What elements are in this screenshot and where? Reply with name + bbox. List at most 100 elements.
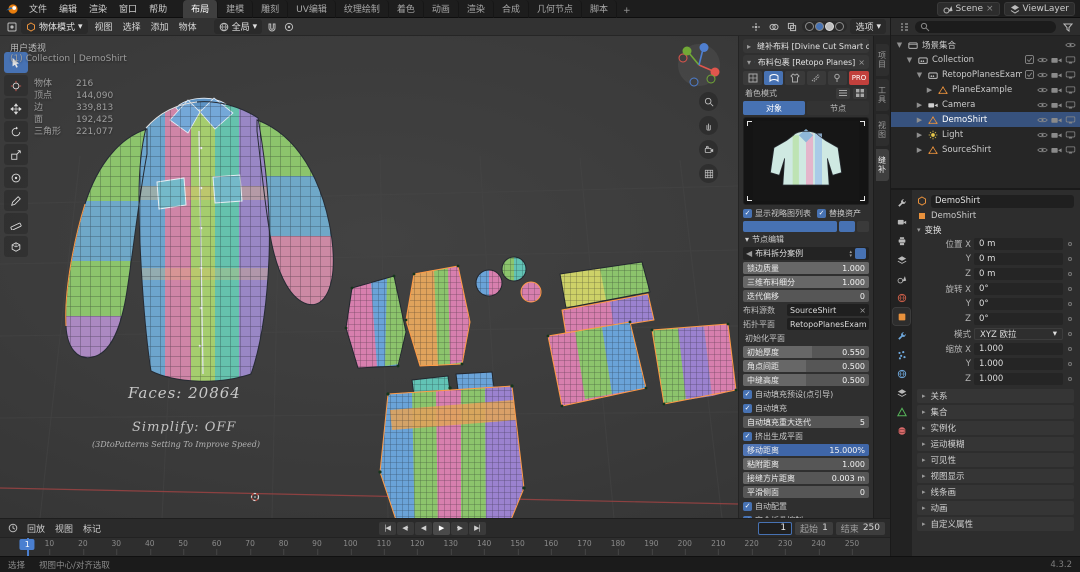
frame-end-field[interactable]: 结束 250: [836, 522, 885, 535]
navigation-gizmo[interactable]: [676, 42, 722, 91]
shading-solid-icon[interactable]: [815, 22, 824, 31]
hide-render-icon[interactable]: [1051, 56, 1062, 64]
rotate-tool[interactable]: [4, 121, 28, 142]
ortho-grid-icon[interactable]: [699, 164, 718, 183]
hide-viewport-icon[interactable]: [1037, 131, 1048, 139]
hide-render-icon[interactable]: [1051, 86, 1062, 94]
hide-render-icon[interactable]: [1051, 101, 1062, 109]
stick-distance-slider[interactable]: 粘附距离1.000: [743, 458, 869, 470]
outliner-row-demoshirt[interactable]: ▶DemoShirt: [891, 112, 1080, 127]
camera-view-icon[interactable]: [699, 140, 718, 159]
workspace-tab[interactable]: 纹理绘制: [336, 0, 389, 18]
physics-tab[interactable]: [893, 365, 910, 382]
animate-dot-icon[interactable]: [1066, 302, 1074, 306]
playhead-frame-badge[interactable]: 1: [20, 539, 35, 550]
full-fold-checkbox[interactable]: ✓完全折叠控制: [743, 514, 869, 518]
render-tab[interactable]: [893, 213, 910, 230]
expand-icon[interactable]: ▼: [895, 41, 904, 49]
orientation-select[interactable]: 全局 ▾: [214, 19, 263, 34]
editor-type-icon[interactable]: [4, 20, 19, 33]
scale-x-field[interactable]: 1.000: [974, 343, 1063, 355]
cloth-subdiv-slider[interactable]: 三维布料细分1.000: [743, 276, 869, 288]
hide-display-icon[interactable]: [1065, 86, 1076, 94]
hide-viewport-icon[interactable]: [1037, 116, 1048, 124]
scene-tab[interactable]: [893, 270, 910, 287]
rotation-y-field[interactable]: 0°: [974, 298, 1063, 310]
viewport-menu-物体[interactable]: 物体: [174, 22, 202, 34]
world-tab[interactable]: [893, 289, 910, 306]
play-button[interactable]: ▶: [433, 522, 450, 535]
corner-spacing-slider[interactable]: 角点间距0.500: [743, 360, 869, 372]
hide-viewport-icon[interactable]: [1037, 86, 1048, 94]
scene-selector[interactable]: Scene ×: [937, 2, 1000, 16]
motion-blur-section[interactable]: ▸运动模糊: [917, 437, 1074, 451]
animate-dot-icon[interactable]: [1066, 287, 1074, 291]
menu-帮助[interactable]: 帮助: [143, 4, 173, 16]
animate-dot-icon[interactable]: [1066, 257, 1074, 261]
menu-文件[interactable]: 文件: [23, 4, 53, 16]
sidebar-tab-缝补[interactable]: 缝补: [876, 149, 889, 181]
hide-display-icon[interactable]: [1065, 146, 1076, 154]
scale-tool[interactable]: [4, 144, 28, 165]
hide-render-icon[interactable]: [1051, 146, 1062, 154]
hide-display-icon[interactable]: [1065, 116, 1076, 124]
hide-render-icon[interactable]: [1051, 116, 1062, 124]
rotation-x-field[interactable]: 0°: [974, 283, 1063, 295]
object-name-field[interactable]: DemoShirt: [931, 195, 1074, 208]
autofill-iterations-field[interactable]: 自动填充重大迭代5: [743, 416, 869, 428]
prev-preset-icon[interactable]: ◀: [746, 249, 752, 258]
sidebar-tab-项目[interactable]: 项目: [876, 44, 889, 76]
transform-tool[interactable]: [4, 167, 28, 188]
animate-dot-icon[interactable]: [1066, 332, 1074, 336]
annotate-tool[interactable]: [4, 190, 28, 211]
smart-cloth-section-header[interactable]: ▸ 缝补布料 [Divine Cut Smart clot..]: [743, 39, 869, 53]
clear-icon[interactable]: ×: [859, 306, 866, 315]
timeline-menu-标记[interactable]: 标记: [78, 524, 106, 536]
timeline-ruler[interactable]: 1 10203040506070809010011012013014015016…: [0, 538, 890, 556]
workspace-tab[interactable]: 雕刻: [253, 0, 288, 18]
gizmos-toggle-icon[interactable]: [748, 20, 763, 33]
viewlayer-selector[interactable]: ViewLayer: [1004, 2, 1075, 16]
pin-tab-icon[interactable]: [828, 71, 847, 85]
proportional-edit-icon[interactable]: [281, 20, 296, 33]
play-reverse-button[interactable]: ◀: [415, 522, 432, 535]
expand-icon[interactable]: ▶: [915, 131, 924, 139]
xray-toggle-icon[interactable]: [784, 20, 799, 33]
next-keyframe-button[interactable]: ·▶: [451, 522, 468, 535]
viewport-menu-选择[interactable]: 选择: [118, 22, 146, 34]
add-cube-tool[interactable]: [4, 236, 28, 257]
outliner-row-planeexample[interactable]: ▶PlaneExample: [891, 82, 1080, 97]
shading-rendered-icon[interactable]: [835, 22, 844, 31]
jump-to-start-button[interactable]: |◀: [379, 522, 396, 535]
location-x-field[interactable]: 0 m: [974, 238, 1063, 250]
apply-button[interactable]: [743, 221, 837, 232]
mode-tab-节点[interactable]: 节点: [807, 101, 869, 115]
hide-display-icon[interactable]: [1065, 101, 1076, 109]
scene-clear-icon[interactable]: ×: [986, 4, 994, 14]
constraints-tab[interactable]: [893, 384, 910, 401]
snap-magnet-icon[interactable]: [264, 20, 279, 33]
edge-quality-slider[interactable]: 锁边质量1.000: [743, 262, 869, 274]
expand-icon[interactable]: ▼: [915, 71, 924, 79]
hide-viewport-icon[interactable]: [1037, 71, 1048, 79]
mode-select[interactable]: 物体模式 ▾: [21, 19, 88, 34]
layout-tab-icon[interactable]: [743, 71, 762, 85]
shading-wireframe-icon[interactable]: [805, 22, 814, 31]
shirt-tab-icon[interactable]: [785, 71, 804, 85]
workspace-tab[interactable]: 着色: [389, 0, 424, 18]
viewport-menu-视图[interactable]: 视图: [90, 22, 118, 34]
apply-options-button[interactable]: [839, 221, 855, 232]
outliner-row-sourceshirt[interactable]: ▶SourceShirt: [891, 142, 1080, 157]
outliner-row-light[interactable]: ▶Light: [891, 127, 1080, 142]
expand-icon[interactable]: ▶: [915, 101, 924, 109]
options-menu[interactable]: 选项 ▾: [850, 19, 886, 34]
visibility-section[interactable]: ▸可见性: [917, 453, 1074, 467]
rotation-z-field[interactable]: 0°: [974, 313, 1063, 325]
workspace-tab[interactable]: 脚本: [582, 0, 617, 18]
pan-hand-icon[interactable]: [699, 116, 718, 135]
list-view-icon[interactable]: [836, 88, 850, 99]
collections-section[interactable]: ▸集合: [917, 405, 1074, 419]
workspace-tab[interactable]: 动画: [424, 0, 459, 18]
line-art-section[interactable]: ▸线条画: [917, 485, 1074, 499]
blender-logo-icon[interactable]: [5, 3, 19, 15]
